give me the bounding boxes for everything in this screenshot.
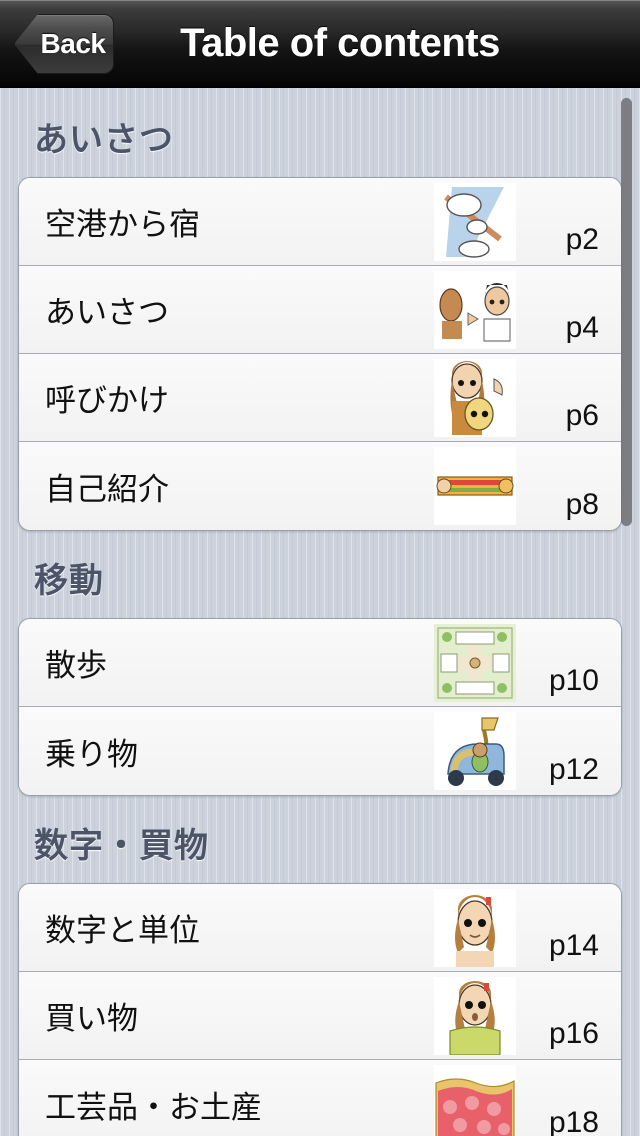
page-number: p12 xyxy=(549,753,599,787)
section-header: あいさつ xyxy=(0,90,640,177)
page-number: p10 xyxy=(549,664,599,698)
page-number: p16 xyxy=(549,1017,599,1051)
table-row[interactable]: 散歩p10 xyxy=(19,619,621,707)
page-number: p4 xyxy=(566,311,599,345)
row-title: 空港から宿 xyxy=(19,199,621,244)
section-header: 移動 xyxy=(0,531,640,618)
page-number: p18 xyxy=(549,1106,599,1136)
row-title: 呼びかけ xyxy=(19,375,621,420)
row-title: 自己紹介 xyxy=(19,464,621,509)
page-number: p14 xyxy=(549,929,599,963)
table-of-contents-list[interactable]: あいさつ空港から宿p2あいさつp4呼びかけp6自己紹介p8移動散歩p10乗り物p… xyxy=(0,90,640,1136)
table-row[interactable]: 呼びかけp6 xyxy=(19,354,621,442)
girl-shopping-thumbnail xyxy=(434,977,516,1055)
waving-woman-child-thumbnail xyxy=(434,359,516,437)
rickshaw-thumbnail xyxy=(434,712,516,790)
section-card: 空港から宿p2あいさつp4呼びかけp6自己紹介p8 xyxy=(18,177,622,531)
row-title: あいさつ xyxy=(19,287,621,332)
row-title: 工芸品・お土産 xyxy=(19,1082,621,1127)
table-row[interactable]: 買い物p16 xyxy=(19,972,621,1060)
table-row[interactable]: 工芸品・お土産p18 xyxy=(19,1060,621,1136)
people-row-thumbnail xyxy=(434,447,516,525)
back-button-label: Back xyxy=(41,28,106,60)
girl-counting-thumbnail xyxy=(434,889,516,967)
section-card: 散歩p10乗り物p12 xyxy=(18,618,622,796)
page-number: p6 xyxy=(566,399,599,433)
table-row[interactable]: 数字と単位p14 xyxy=(19,884,621,972)
map-park-thumbnail xyxy=(434,624,516,702)
two-people-greeting-thumbnail xyxy=(434,271,516,349)
section-card: 数字と単位p14買い物p16工芸品・お土産p18 xyxy=(18,883,622,1136)
navigation-bar: Table of contents Back xyxy=(0,0,640,88)
vertical-scrollbar[interactable] xyxy=(621,98,632,526)
row-title: 散歩 xyxy=(19,640,621,685)
table-row[interactable]: 空港から宿p2 xyxy=(19,178,621,266)
row-title: 数字と単位 xyxy=(19,905,621,950)
row-title: 買い物 xyxy=(19,993,621,1038)
page-number: p8 xyxy=(566,488,599,522)
table-row[interactable]: 自己紹介p8 xyxy=(19,442,621,530)
table-row[interactable]: 乗り物p12 xyxy=(19,707,621,795)
section-header: 数字・買物 xyxy=(0,796,640,883)
textile-craft-thumbnail xyxy=(434,1065,516,1136)
page-number: p2 xyxy=(566,223,599,257)
table-row[interactable]: あいさつp4 xyxy=(19,266,621,354)
row-title: 乗り物 xyxy=(19,729,621,774)
airplane-thumbnail xyxy=(434,183,516,261)
